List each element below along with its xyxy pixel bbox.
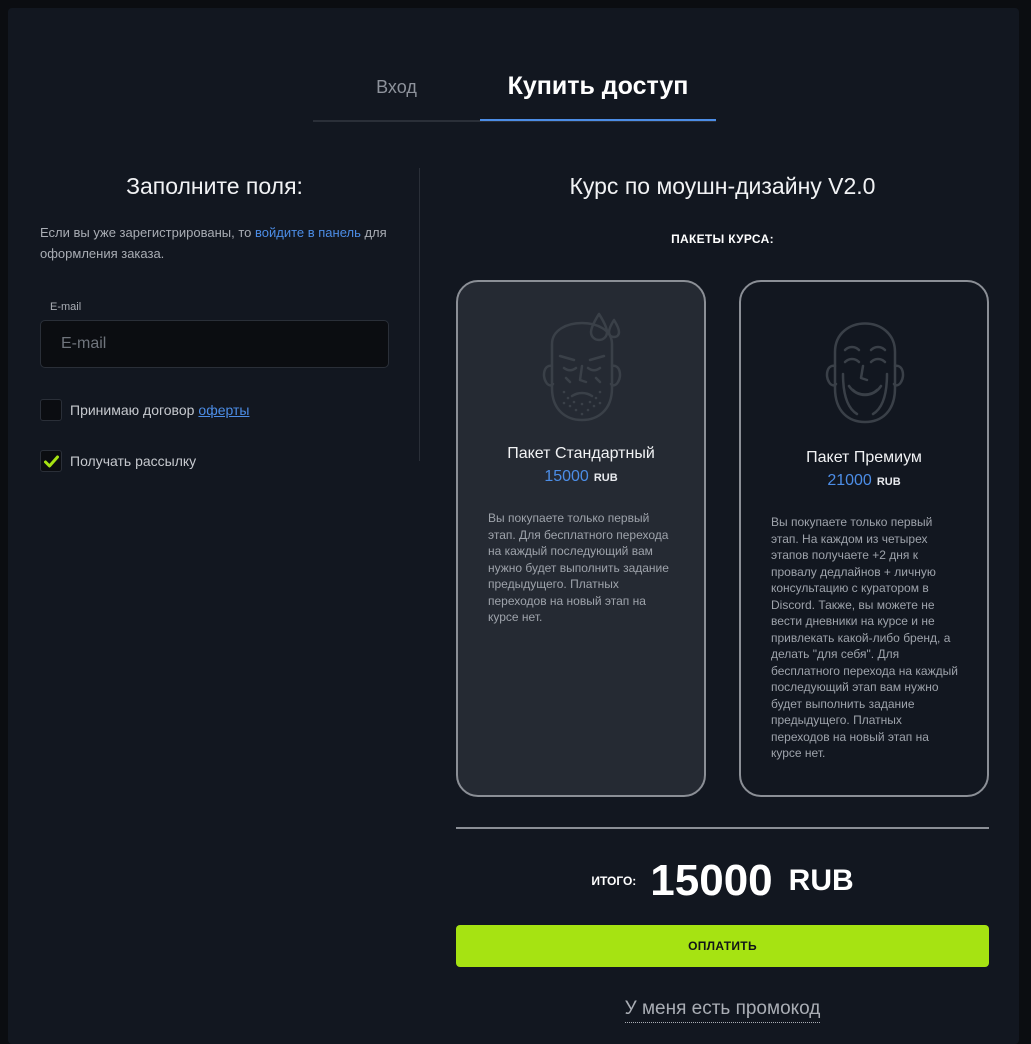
newsletter-checkbox[interactable] bbox=[40, 450, 62, 472]
order-form: Заполните поля: Если вы уже зарегистриро… bbox=[40, 168, 389, 472]
email-label: E-mail bbox=[50, 301, 82, 313]
total-label: ИТОГО: bbox=[591, 874, 637, 888]
price-currency: RUB bbox=[876, 476, 901, 488]
promo-code-link[interactable]: У меня есть промокод bbox=[456, 998, 989, 1023]
newsletter-label: Получать рассылку bbox=[70, 453, 197, 469]
newsletter-row[interactable]: Получать рассылку bbox=[40, 450, 389, 472]
package-price: 15000 RUB bbox=[458, 468, 704, 486]
checkmark-icon bbox=[44, 455, 59, 468]
package-card-premium[interactable]: Пакет Премиум 21000 RUB Вы покупаете толь… bbox=[739, 280, 989, 797]
active-tab-indicator bbox=[480, 119, 716, 121]
login-hint-text: Если вы уже зарегистрированы, то bbox=[40, 225, 255, 240]
total-currency: RUB bbox=[788, 864, 854, 897]
package-description: Вы покупаете только первый этап. Для бес… bbox=[488, 511, 669, 624]
form-title: Заполните поля: bbox=[126, 173, 303, 199]
price-amount: 21000 bbox=[827, 472, 872, 489]
offer-agreement-label: Принимаю договор bbox=[70, 402, 195, 418]
email-field[interactable] bbox=[40, 320, 389, 368]
course-summary: Курс по моушн-дизайну V2.0 ПАКЕТЫ КУРСА: bbox=[456, 168, 989, 1023]
package-description: Вы покупаете только первый этап. На кажд… bbox=[771, 515, 958, 760]
column-divider bbox=[419, 168, 420, 461]
auth-tabs: Вход Купить доступ bbox=[313, 68, 716, 122]
total-amount: 15000 bbox=[650, 856, 773, 905]
tab-login[interactable]: Вход bbox=[313, 68, 480, 122]
login-hint: Если вы уже зарегистрированы, то войдите… bbox=[40, 222, 389, 264]
offer-link[interactable]: оферты bbox=[198, 402, 249, 418]
package-card-standard[interactable]: Пакет Стандартный 15000 RUB Вы покупаете … bbox=[456, 280, 706, 797]
package-name: Пакет Премиум bbox=[806, 449, 922, 466]
summary-divider bbox=[456, 827, 989, 829]
promo-code-label: У меня есть промокод bbox=[624, 998, 821, 1023]
package-price: 21000 RUB bbox=[741, 472, 987, 490]
price-currency: RUB bbox=[593, 472, 618, 484]
happy-old-face-icon bbox=[825, 322, 905, 424]
pay-button[interactable]: ОПЛАТИТЬ bbox=[456, 925, 989, 967]
price-amount: 15000 bbox=[544, 468, 589, 485]
package-name: Пакет Стандартный bbox=[507, 445, 655, 462]
tab-buy-access[interactable]: Купить доступ bbox=[480, 68, 716, 122]
course-title: Курс по моушн-дизайну V2.0 bbox=[569, 173, 876, 199]
packages-heading: ПАКЕТЫ КУРСА: bbox=[671, 232, 774, 246]
order-total: ИТОГО: 15000 RUB bbox=[456, 856, 989, 906]
offer-checkbox[interactable] bbox=[40, 399, 62, 421]
sweating-face-icon bbox=[542, 312, 622, 422]
purchase-panel: Вход Купить доступ Заполните поля: Если … bbox=[8, 8, 1019, 1044]
offer-agreement-row[interactable]: Принимаю договор оферты bbox=[40, 399, 389, 421]
login-panel-link[interactable]: войдите в панель bbox=[255, 225, 361, 240]
